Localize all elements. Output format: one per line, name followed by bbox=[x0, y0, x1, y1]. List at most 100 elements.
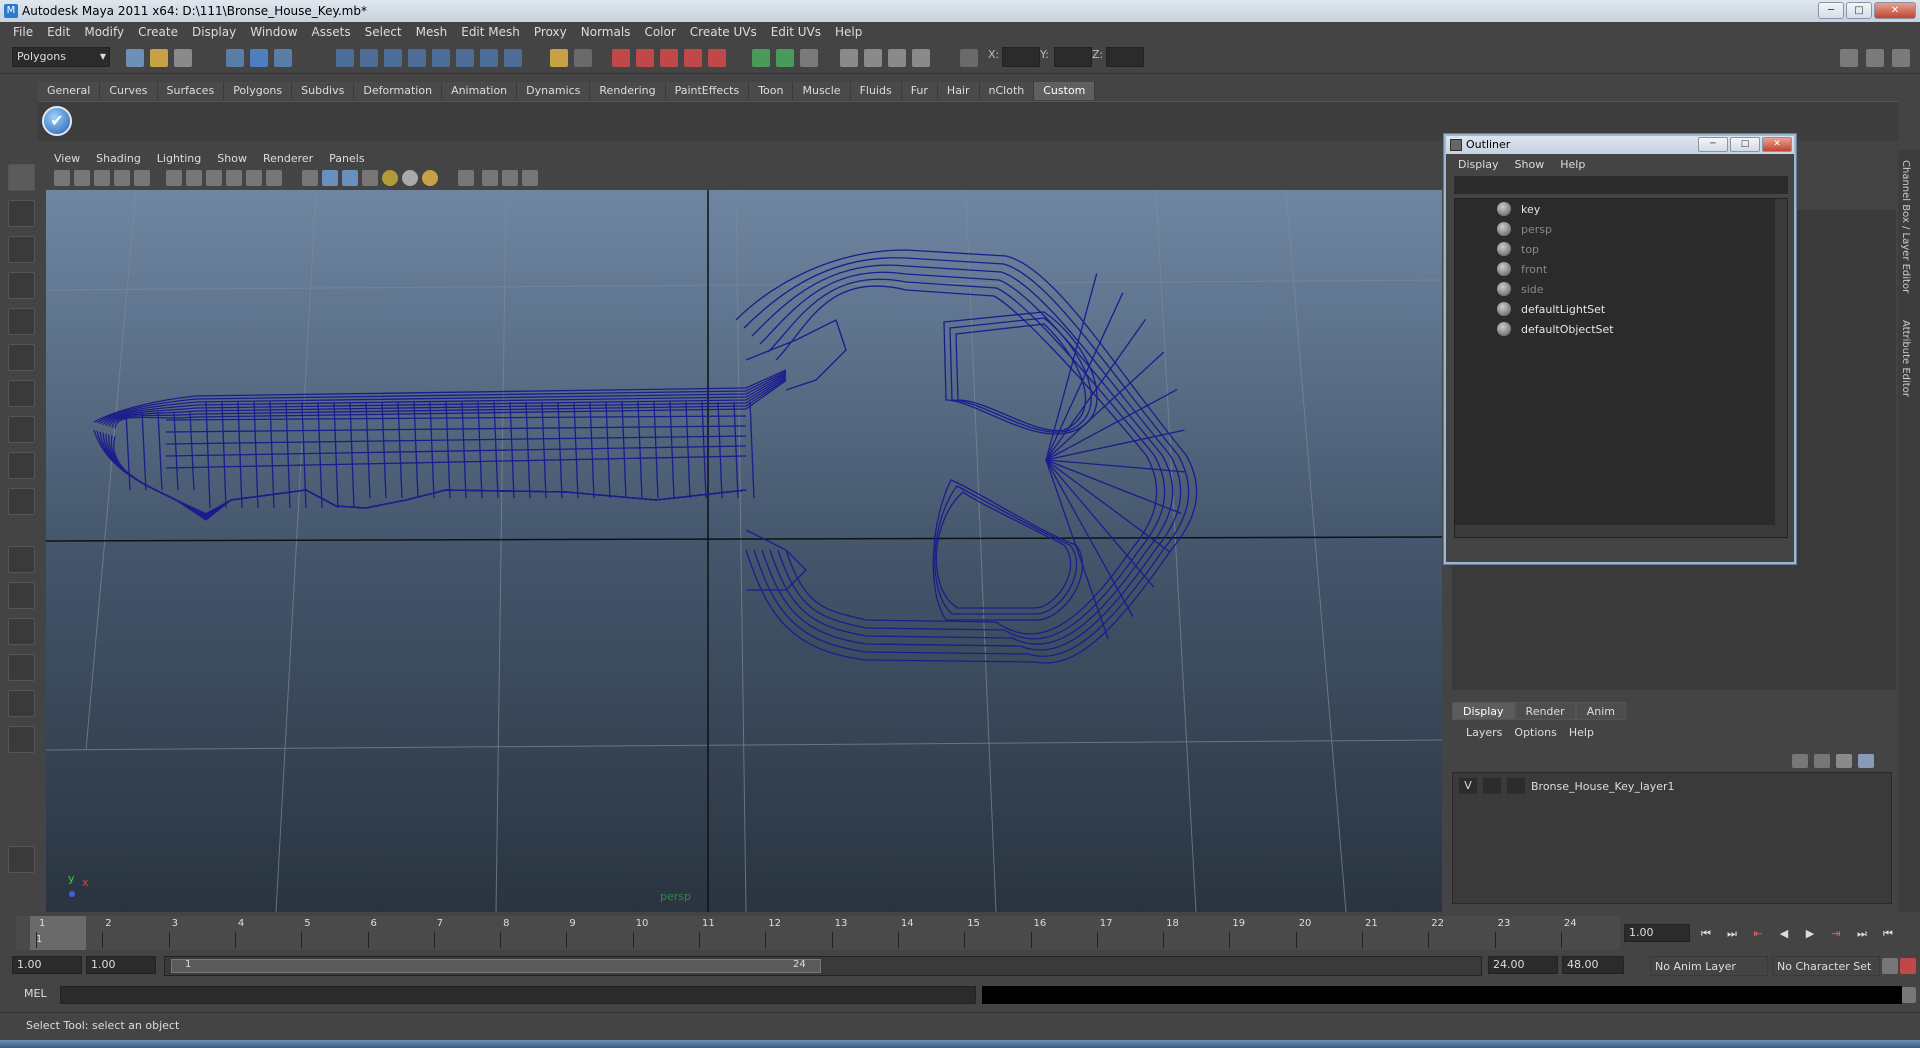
grid-toggle-icon[interactable] bbox=[134, 170, 150, 186]
render-view-icon[interactable] bbox=[840, 49, 858, 67]
layer-color-swatch[interactable] bbox=[1507, 778, 1525, 794]
menu-normals[interactable]: Normals bbox=[574, 25, 638, 39]
snap-curve-icon[interactable] bbox=[636, 49, 654, 67]
pick-rendering-icon[interactable] bbox=[480, 49, 498, 67]
select-tool-icon[interactable] bbox=[8, 164, 35, 191]
go-to-start-icon[interactable]: ⏮ bbox=[1696, 926, 1716, 942]
film-gate-icon[interactable] bbox=[166, 170, 182, 186]
shelf-tab-hair[interactable]: Hair bbox=[937, 82, 980, 100]
field-chart-icon[interactable] bbox=[226, 170, 242, 186]
layer-row[interactable]: V Bronse_House_Key_layer1 bbox=[1459, 777, 1675, 795]
show-channel-box-icon[interactable] bbox=[1892, 49, 1910, 67]
show-manipulator-icon[interactable] bbox=[8, 452, 35, 479]
wireframe-on-shaded-icon[interactable] bbox=[342, 170, 358, 186]
safe-title-icon[interactable] bbox=[266, 170, 282, 186]
anim-layer-dropdown[interactable]: No Anim Layer bbox=[1650, 956, 1768, 976]
new-layer-icon[interactable] bbox=[1836, 754, 1852, 768]
shelf-tab-deformation[interactable]: Deformation bbox=[354, 82, 443, 100]
menu-edit[interactable]: Edit bbox=[40, 25, 77, 39]
channel-box-side-tab[interactable]: Channel Box / Layer Editor bbox=[1900, 160, 1911, 293]
wireframe-icon[interactable] bbox=[302, 170, 318, 186]
show-attribute-editor-icon[interactable] bbox=[1840, 49, 1858, 67]
pick-handle-icon[interactable] bbox=[336, 49, 354, 67]
layer-menu-options[interactable]: Options bbox=[1508, 724, 1562, 742]
pick-surface-icon[interactable] bbox=[408, 49, 426, 67]
resolution-gate-icon[interactable] bbox=[186, 170, 202, 186]
z-field[interactable] bbox=[1106, 47, 1144, 67]
character-set-dropdown[interactable]: No Character Set bbox=[1772, 956, 1880, 976]
image-plane-icon[interactable] bbox=[114, 170, 130, 186]
panel-menu-view[interactable]: View bbox=[46, 150, 88, 168]
current-time-field[interactable]: 1.00 bbox=[1624, 924, 1690, 942]
time-slider[interactable]: 1 1 2 3 4 5 6 7 8 9 10 11 12 13 14 15 16 17 18 19 20 21 22 23 2… bbox=[16, 916, 1620, 950]
command-language-label[interactable]: MEL bbox=[24, 987, 47, 1000]
shelf-tab-curves[interactable]: Curves bbox=[100, 82, 158, 100]
playback-end-field[interactable]: 24.00 bbox=[1488, 956, 1558, 974]
snap-grid-icon[interactable] bbox=[612, 49, 630, 67]
shelf-tab-subdivs[interactable]: Subdivs bbox=[292, 82, 355, 100]
outliner-title-bar[interactable]: Outliner ─ □ ✕ bbox=[1446, 136, 1794, 154]
layer-menu-layers[interactable]: Layers bbox=[1460, 724, 1508, 742]
persp-graph-layout-icon[interactable] bbox=[8, 654, 35, 681]
panel-menu-shading[interactable]: Shading bbox=[88, 150, 149, 168]
save-scene-icon[interactable] bbox=[174, 49, 192, 67]
isolate-select-icon[interactable] bbox=[458, 170, 474, 186]
menu-create-uvs[interactable]: Create UVs bbox=[683, 25, 764, 39]
outliner-item-side[interactable]: side bbox=[1497, 279, 1544, 299]
menu-set-dropdown[interactable]: Polygons ▼ bbox=[12, 47, 110, 67]
outliner-item-front[interactable]: front bbox=[1497, 259, 1547, 279]
backface-culling-icon[interactable] bbox=[522, 170, 538, 186]
outliner-layout-icon[interactable] bbox=[8, 726, 35, 753]
layer-tab-display[interactable]: Display bbox=[1452, 702, 1515, 720]
highlight-selection-icon[interactable] bbox=[574, 49, 592, 67]
outliner-minimize-button[interactable]: ─ bbox=[1698, 137, 1728, 152]
perspective-scene[interactable]: persp y x bbox=[46, 190, 1442, 912]
bookmarks-icon[interactable] bbox=[94, 170, 110, 186]
smooth-shade-icon[interactable] bbox=[322, 170, 338, 186]
shelf-tab-rendering[interactable]: Rendering bbox=[590, 82, 666, 100]
menu-mesh[interactable]: Mesh bbox=[409, 25, 455, 39]
panel-menu-panels[interactable]: Panels bbox=[321, 150, 372, 168]
outliner-menu-show[interactable]: Show bbox=[1507, 156, 1553, 174]
outliner-vertical-scrollbar[interactable] bbox=[1775, 199, 1787, 537]
range-slider-bar[interactable] bbox=[171, 959, 821, 973]
construction-history-icon[interactable] bbox=[800, 49, 818, 67]
high-quality-icon[interactable] bbox=[422, 170, 438, 186]
outliner-item-defaultlightset[interactable]: defaultLightSet bbox=[1497, 299, 1605, 319]
outliner-menu-display[interactable]: Display bbox=[1450, 156, 1507, 174]
panel-menu-lighting[interactable]: Lighting bbox=[149, 150, 209, 168]
layer-visibility-toggle[interactable]: V bbox=[1459, 778, 1477, 794]
menu-create[interactable]: Create bbox=[131, 25, 185, 39]
menu-edit-uvs[interactable]: Edit UVs bbox=[764, 25, 828, 39]
outliner-filter-field[interactable] bbox=[1454, 176, 1788, 194]
textured-icon[interactable] bbox=[362, 170, 378, 186]
step-forward-frame-icon[interactable]: ⇥ bbox=[1826, 926, 1846, 942]
render-frame-icon[interactable] bbox=[864, 49, 882, 67]
rotate-tool-icon[interactable] bbox=[8, 308, 35, 335]
panel-menu-renderer[interactable]: Renderer bbox=[255, 150, 321, 168]
single-perspective-layout-icon[interactable] bbox=[8, 546, 35, 573]
shelf-tab-dynamics[interactable]: Dynamics bbox=[517, 82, 591, 100]
input-ops-icon[interactable] bbox=[752, 49, 770, 67]
use-default-lighting-icon[interactable] bbox=[382, 170, 398, 186]
menu-display[interactable]: Display bbox=[185, 25, 243, 39]
shelf-tab-ncloth[interactable]: nCloth bbox=[979, 82, 1035, 100]
play-forwards-icon[interactable]: ▶ bbox=[1800, 926, 1820, 942]
maximize-button[interactable]: □ bbox=[1846, 2, 1872, 19]
move-tool-icon[interactable] bbox=[8, 272, 35, 299]
ipr-render-icon[interactable] bbox=[888, 49, 906, 67]
snap-view-plane-icon[interactable] bbox=[684, 49, 702, 67]
key-icon[interactable] bbox=[1882, 958, 1898, 974]
outliner-horizontal-scrollbar[interactable] bbox=[1455, 525, 1777, 537]
shelf-tab-fur[interactable]: Fur bbox=[901, 82, 938, 100]
auto-key-icon[interactable] bbox=[1900, 958, 1916, 974]
layer-tab-anim[interactable]: Anim bbox=[1575, 702, 1626, 720]
outliner-item-top[interactable]: top bbox=[1497, 239, 1539, 259]
shelf-tab-custom[interactable]: Custom bbox=[1034, 82, 1096, 100]
select-hierarchy-icon[interactable] bbox=[226, 49, 244, 67]
persp-outliner-layout-icon[interactable] bbox=[8, 618, 35, 645]
step-forward-key-icon[interactable]: ⏭ bbox=[1852, 926, 1872, 942]
outliner-menu-help[interactable]: Help bbox=[1552, 156, 1593, 174]
x-field[interactable] bbox=[1002, 47, 1040, 67]
camera-attributes-icon[interactable] bbox=[74, 170, 90, 186]
